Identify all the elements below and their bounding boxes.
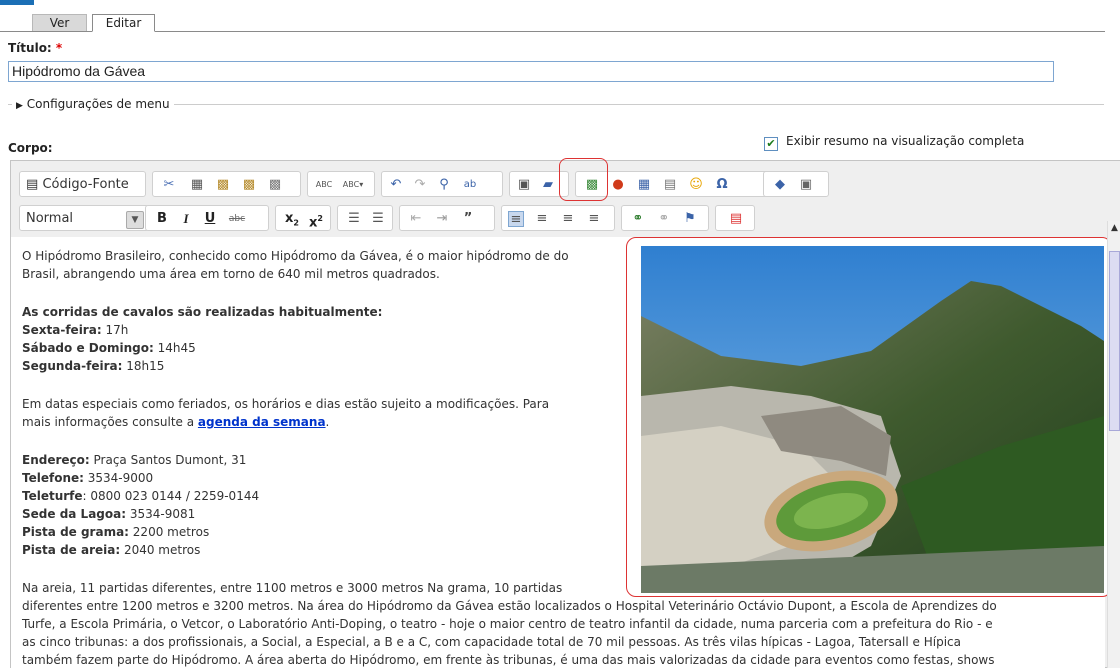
paste-text-icon[interactable]: ▩	[241, 177, 257, 193]
racecourse-aerial-photo[interactable]	[641, 246, 1104, 593]
scrollbar-thumb[interactable]	[1109, 251, 1120, 431]
expand-triangle-icon: ▶	[16, 101, 23, 111]
script-group: x2 x2	[275, 205, 331, 231]
text-line: Turfe, a Escola Primária, o Vetcor, o La…	[22, 617, 993, 631]
source-group: ▤ Código-Fonte	[19, 171, 146, 197]
eraser-icon[interactable]: ▰	[540, 177, 556, 193]
align-group: ≡ ≡ ≡ ≡	[501, 205, 615, 231]
break-group: ▤	[715, 205, 755, 231]
select-all-icon[interactable]: ▣	[516, 177, 532, 193]
schedule-weekend: Sábado e Domingo: 14h45	[22, 341, 196, 355]
table-icon[interactable]: ▦	[636, 177, 652, 193]
chevron-down-icon: ▼	[126, 211, 144, 229]
document-icon: ▤	[26, 177, 39, 192]
list-group: ☰ ☰	[337, 205, 393, 231]
undo-icon[interactable]: ↶	[388, 177, 404, 193]
flash-icon[interactable]: ●	[610, 177, 626, 193]
text-line: mais informações consulte a agenda da se…	[22, 415, 330, 429]
required-mark: *	[55, 41, 63, 55]
source-button[interactable]: ▤ Código-Fonte	[26, 176, 129, 194]
anchor-flag-icon[interactable]: ⚑	[682, 211, 698, 227]
page-break-icon[interactable]: ▤	[728, 211, 744, 227]
show-blocks-icon[interactable]: ▣	[798, 177, 814, 193]
page-header-strip	[0, 0, 1120, 6]
align-right-icon[interactable]: ≡	[560, 211, 576, 227]
phone-line: Telefone: 3534-9000	[22, 471, 154, 485]
title-label: Título: *	[8, 41, 63, 55]
text-line: O Hipódromo Brasileiro, conhecido como H…	[22, 249, 569, 263]
replace-icon[interactable]: ab	[462, 177, 478, 193]
paste-icon[interactable]: ▩	[215, 177, 231, 193]
sand-track-line: Pista de areia: 2040 metros	[22, 543, 201, 557]
schedule-friday: Sexta-feira: 17h	[22, 323, 129, 337]
scroll-up-icon[interactable]: ▲	[1108, 221, 1120, 235]
smiley-icon[interactable]: ☺	[688, 177, 704, 193]
bulleted-list-icon[interactable]: ☰	[370, 211, 386, 227]
redo-icon[interactable]: ↷	[412, 177, 428, 193]
races-heading: As corridas de cavalos são realizadas ha…	[22, 305, 383, 319]
agenda-link[interactable]: agenda da semana	[198, 415, 326, 429]
text-line: Na areia, 11 partidas diferentes, entre …	[22, 581, 563, 595]
menu-settings-toggle[interactable]: ▶ Configurações de menu	[12, 96, 174, 114]
align-center-icon[interactable]: ≡	[534, 211, 550, 227]
link-icon[interactable]: ⚭	[630, 211, 646, 227]
text-line: Brasil, abrangendo uma área em torno de …	[22, 267, 440, 281]
text-line: diferentes entre 1200 metros e 3200 metr…	[22, 599, 997, 613]
format-group: Normal ▼	[19, 205, 149, 231]
numbered-list-icon[interactable]: ☰	[346, 211, 362, 227]
underline-icon[interactable]: U	[202, 211, 218, 227]
unlink-icon[interactable]: ⚭	[656, 211, 672, 227]
tab-view[interactable]: Ver	[32, 14, 87, 31]
maximize-icon[interactable]: ◆	[772, 177, 788, 193]
text-line: as cinco tribunas: a dos profissionais, …	[22, 635, 961, 649]
tab-edit[interactable]: Editar	[92, 14, 155, 32]
text-line: também fazem parte do Hipódromo. A área …	[22, 653, 995, 667]
body-label: Corpo:	[8, 141, 53, 155]
summary-checkbox[interactable]: ✔	[764, 137, 778, 151]
style-group: B I U abc	[145, 205, 269, 231]
undo-find-group: ↶ ↷ ⚲ ab	[381, 171, 503, 197]
editor-scrollbar[interactable]: ▲	[1107, 221, 1120, 668]
tools-group: ◆ ▣	[763, 171, 829, 197]
paste-word-icon[interactable]: ▩	[267, 177, 283, 193]
bold-icon[interactable]: B	[154, 211, 170, 227]
special-char-icon[interactable]: Ω	[714, 177, 730, 193]
spellcheck-group: ABC ABC▾	[307, 171, 375, 197]
subscript-icon[interactable]: x2	[282, 211, 302, 228]
text-line: Em datas especiais como feriados, os hor…	[22, 397, 550, 411]
indent-group: ⇤ ⇥ ”	[399, 205, 495, 231]
spellcheck-dropdown-icon[interactable]: ABC▾	[338, 177, 368, 193]
link-group: ⚭ ⚭ ⚑	[621, 205, 709, 231]
insert-group: ▩ ● ▦ ▤ ☺ Ω	[575, 171, 795, 197]
title-input[interactable]: Hipódromo da Gávea	[8, 61, 1054, 82]
cut-icon[interactable]: ✂	[161, 177, 177, 193]
blockquote-icon[interactable]: ”	[460, 211, 476, 227]
copy-icon[interactable]: ▦	[189, 177, 205, 193]
grass-track-line: Pista de grama: 2200 metros	[22, 525, 210, 539]
summary-option[interactable]: ✔ Exibir resumo na visualização completa	[764, 133, 1024, 151]
italic-icon[interactable]: I	[178, 211, 194, 227]
superscript-icon[interactable]: x2	[306, 211, 326, 230]
address-line: Endereço: Praça Santos Dumont, 31	[22, 453, 247, 467]
outdent-icon[interactable]: ⇤	[408, 211, 424, 227]
find-icon[interactable]: ⚲	[436, 177, 452, 193]
indent-icon[interactable]: ⇥	[434, 211, 450, 227]
strikethrough-icon[interactable]: abc	[226, 211, 248, 227]
format-select[interactable]: Normal ▼	[26, 209, 144, 229]
clipboard-group: ✂ ▦ ▩ ▩ ▩	[152, 171, 301, 197]
align-left-icon[interactable]: ≡	[508, 211, 524, 227]
schedule-monday: Segunda-feira: 18h15	[22, 359, 165, 373]
tab-bar: Ver Editar	[0, 10, 1105, 32]
justify-icon[interactable]: ≡	[586, 211, 602, 227]
spellcheck-icon[interactable]: ABC	[314, 177, 334, 193]
image-button-highlight	[559, 158, 608, 201]
teleturfe-line: Teleturfe: 0800 023 0144 / 2259-0144	[22, 489, 260, 503]
lagoa-line: Sede da Lagoa: 3534-9081	[22, 507, 196, 521]
summary-label: Exibir resumo na visualização completa	[786, 134, 1025, 148]
horizontal-rule-icon[interactable]: ▤	[662, 177, 678, 193]
page-title-fragment	[0, 0, 34, 5]
